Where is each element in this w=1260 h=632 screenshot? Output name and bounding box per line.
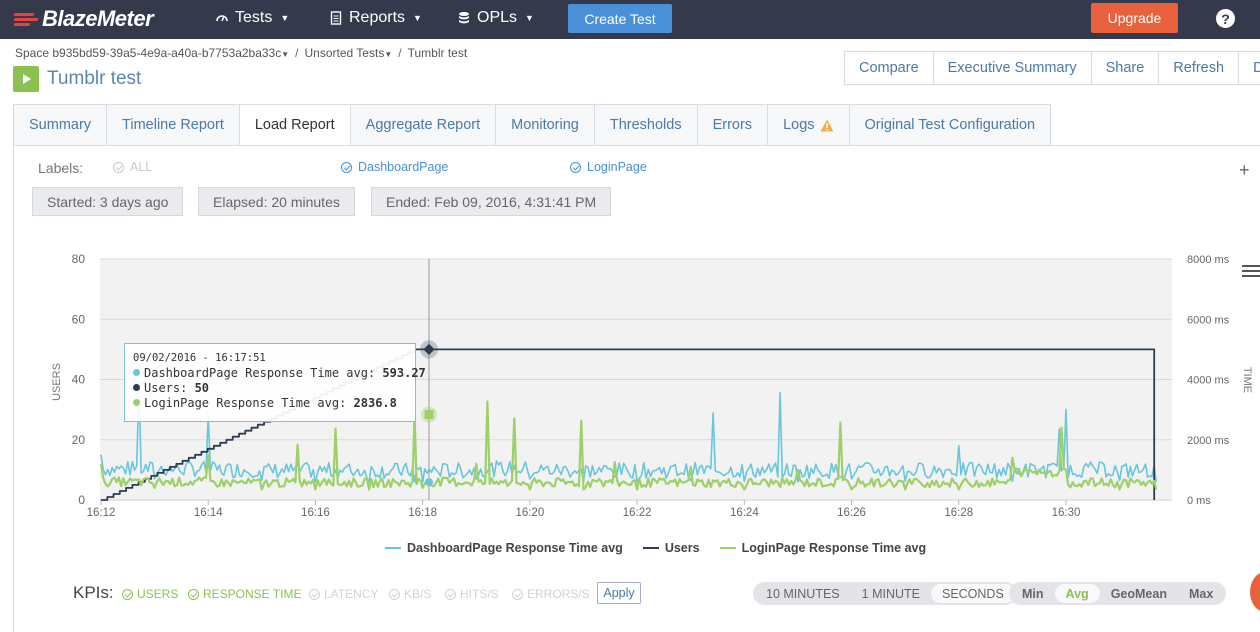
check-circle-icon (512, 588, 523, 600)
tooltip-row-value: 50 (194, 381, 210, 395)
legend-swatch (642, 547, 659, 549)
tooltip-row-label: Users: (144, 381, 195, 395)
legend-label: Users (664, 541, 700, 555)
x-tick-label: 16:26 (837, 507, 866, 519)
legend-label: DashboardPage Response Time avg (407, 541, 623, 555)
x-tick-label: 16:24 (730, 507, 759, 519)
apply-kpis-button[interactable]: Apply (597, 582, 641, 604)
granularity-toggle: 10 MINUTES 1 MINUTE SECONDS (753, 582, 1017, 605)
y-right-tick-label: 2000 ms (1187, 435, 1230, 447)
check-circle-icon (122, 588, 133, 600)
series-dot-icon (133, 384, 140, 391)
tooltip-timestamp: 09/02/2016 - 16:17:51 (133, 352, 266, 364)
check-circle-icon (188, 588, 199, 600)
check-circle-icon (309, 588, 320, 600)
x-axis-ticks: 16:12 16:14 16:16 16:18 16:20 16:22 16:24 16:26… (87, 500, 1081, 519)
y-right-tick-label: 4000 ms (1187, 375, 1230, 387)
tooltip-row-label: DashboardPage Response Time avg: (144, 366, 383, 380)
chart-tooltip: 09/02/2016 - 16:17:51 DashboardPage Resp… (124, 343, 426, 422)
x-tick-label: 16:28 (944, 507, 973, 519)
granularity-10-minutes[interactable]: 10 MINUTES (755, 584, 851, 603)
y-right-tick-label: 6000 ms (1187, 314, 1230, 326)
load-chart[interactable]: 0 20 40 60 80 0 ms 2000 ms 4000 ms 6000 ms 8000 … (0, 0, 1260, 632)
kpi-users[interactable]: USERS (122, 587, 178, 601)
legend-item-dashboard[interactable]: DashboardPage Response Time avg (385, 541, 623, 555)
tooltip-row-dashboard: DashboardPage Response Time avg: 593.27 (133, 366, 426, 381)
y-right-tick-label: 0 ms (1187, 495, 1211, 507)
legend-item-login[interactable]: LoginPage Response Time avg (719, 541, 927, 555)
x-tick-label: 16:30 (1052, 507, 1081, 519)
kpi-errors[interactable]: ERRORS/S (512, 587, 590, 601)
legend-item-users[interactable]: Users (642, 541, 700, 555)
y-left-axis-label: USERS (51, 363, 63, 401)
series-dot-icon (133, 369, 140, 376)
x-tick-label: 16:22 (623, 507, 652, 519)
x-tick-label: 16:12 (87, 507, 116, 519)
x-tick-label: 16:18 (408, 507, 437, 519)
kpis-title: KPIs: (73, 583, 114, 602)
aggregation-min[interactable]: Min (1011, 584, 1055, 603)
legend-swatch (719, 547, 736, 549)
kpi-latency-label: LATENCY (324, 587, 379, 601)
kpi-hits-label: HITS/S (460, 587, 499, 601)
kpi-hits[interactable]: HITS/S (445, 587, 499, 601)
aggregation-avg[interactable]: Avg (1054, 584, 1100, 603)
y-left-tick-label: 60 (72, 312, 86, 326)
y-left-tick-label: 80 (72, 252, 86, 266)
granularity-1-minute[interactable]: 1 MINUTE (851, 584, 931, 603)
legend-swatch (385, 547, 401, 549)
kpi-users-label: USERS (137, 587, 179, 601)
y-left-tick-label: 0 (78, 493, 85, 507)
aggregation-max[interactable]: Max (1178, 584, 1224, 603)
y-right-axis-label: TIME (1241, 367, 1253, 393)
tooltip-row-login: LoginPage Response Time avg: 2836.8 (133, 396, 407, 411)
x-tick-label: 16:20 (515, 507, 544, 519)
x-tick-label: 16:14 (194, 507, 223, 519)
kpi-kbs-label: KB/S (404, 587, 432, 601)
legend-label: LoginPage Response Time avg (741, 541, 927, 555)
chart-menu-icon[interactable] (1242, 265, 1260, 280)
dashboard-marker (425, 478, 433, 487)
y-right-tick-label: 8000 ms (1187, 254, 1230, 266)
x-tick-label: 16:16 (301, 507, 330, 519)
kpi-response-time[interactable]: RESPONSE TIME (188, 587, 301, 601)
granularity-seconds[interactable]: SECONDS (930, 584, 1015, 603)
kpi-response-time-label: RESPONSE TIME (203, 587, 302, 601)
check-circle-icon (445, 588, 456, 600)
login-marker (424, 410, 434, 420)
series-dot-icon (133, 399, 140, 406)
check-circle-icon (389, 588, 400, 600)
kpi-errors-label: ERRORS/S (527, 587, 590, 601)
tooltip-row-label: LoginPage Response Time avg: (144, 396, 354, 410)
chart-legend: DashboardPage Response Time avg Users Lo… (385, 541, 926, 555)
aggregation-geomean[interactable]: GeoMean (1100, 584, 1178, 603)
kpi-kbs[interactable]: KB/S (389, 587, 431, 601)
kpi-latency[interactable]: LATENCY (309, 587, 378, 601)
right-axis-ticks: 0 ms 2000 ms 4000 ms 6000 ms 8000 ms (1187, 254, 1230, 507)
y-left-tick-label: 20 (72, 433, 86, 447)
tooltip-row-value: 2836.8 (353, 396, 397, 410)
aggregation-toggle: Min Avg GeoMean Max (1009, 582, 1227, 605)
tooltip-row-value: 593.27 (382, 366, 426, 380)
y-left-tick-label: 40 (72, 373, 86, 387)
tooltip-row-users: Users: 50 (133, 381, 407, 396)
left-axis-ticks: 0 20 40 60 80 (72, 252, 86, 507)
